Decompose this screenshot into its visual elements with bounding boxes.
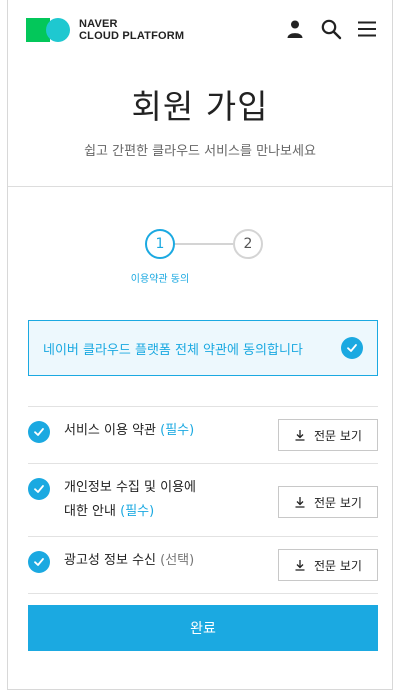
check-circle-icon <box>341 337 363 359</box>
agree-all-checkbox[interactable]: 네이버 클라우드 플랫폼 전체 약관에 동의합니다 <box>28 320 378 376</box>
top-header: NAVER CLOUD PLATFORM <box>8 0 392 62</box>
complete-button[interactable]: 완료 <box>28 605 378 651</box>
optional-tag: (선택) <box>160 553 195 568</box>
logo-mark <box>26 18 71 42</box>
step-indicator: 1 2 <box>145 229 265 259</box>
page-title: 회원 가입 <box>131 87 269 126</box>
view-full-button[interactable]: 전문 보기 <box>278 419 378 451</box>
download-icon <box>295 430 305 441</box>
check-circle-icon[interactable] <box>28 421 50 443</box>
check-circle-icon[interactable] <box>28 478 50 500</box>
menu-icon[interactable] <box>356 18 378 40</box>
search-icon[interactable] <box>320 18 342 40</box>
page-subtitle: 쉽고 간편한 클라우드 서비스를 만나보세요 <box>84 144 316 159</box>
term-label: 서비스 이용 약관 (필수) <box>64 423 195 438</box>
step-connector <box>175 243 233 245</box>
user-icon[interactable] <box>284 18 306 40</box>
term-row-service: 서비스 이용 약관 (필수) 전문 보기 <box>28 407 378 464</box>
download-icon <box>295 497 305 508</box>
term-label: 광고성 정보 수신 (선택) <box>64 553 195 568</box>
required-tag: (필수) <box>160 423 195 438</box>
terms-list: 서비스 이용 약관 (필수) 전문 보기 개인정보 수집 및 이용에 대한 안내… <box>28 406 378 594</box>
header-icons <box>284 18 378 40</box>
download-icon <box>295 560 305 571</box>
signup-page: NAVER CLOUD PLATFORM 회원 가입 쉽고 간편한 클라우드 서… <box>7 0 393 690</box>
term-row-marketing: 광고성 정보 수신 (선택) 전문 보기 <box>28 537 378 594</box>
term-row-privacy: 개인정보 수집 및 이용에 대한 안내 (필수) 전문 보기 <box>28 464 378 537</box>
section-divider <box>8 186 392 187</box>
step-1: 1 <box>145 229 175 259</box>
logo-text: NAVER CLOUD PLATFORM <box>79 18 185 42</box>
check-circle-icon[interactable] <box>28 551 50 573</box>
required-tag: (필수) <box>120 504 155 519</box>
term-label: 개인정보 수집 및 이용에 대한 안내 (필수) <box>64 480 196 519</box>
view-full-button[interactable]: 전문 보기 <box>278 549 378 581</box>
naver-cloud-logo[interactable]: NAVER CLOUD PLATFORM <box>26 18 184 42</box>
step-1-label: 이용약관 동의 <box>130 274 190 285</box>
view-full-button[interactable]: 전문 보기 <box>278 486 378 518</box>
agree-all-label: 네이버 클라우드 플랫폼 전체 약관에 동의합니다 <box>43 342 303 358</box>
step-2: 2 <box>233 229 263 259</box>
